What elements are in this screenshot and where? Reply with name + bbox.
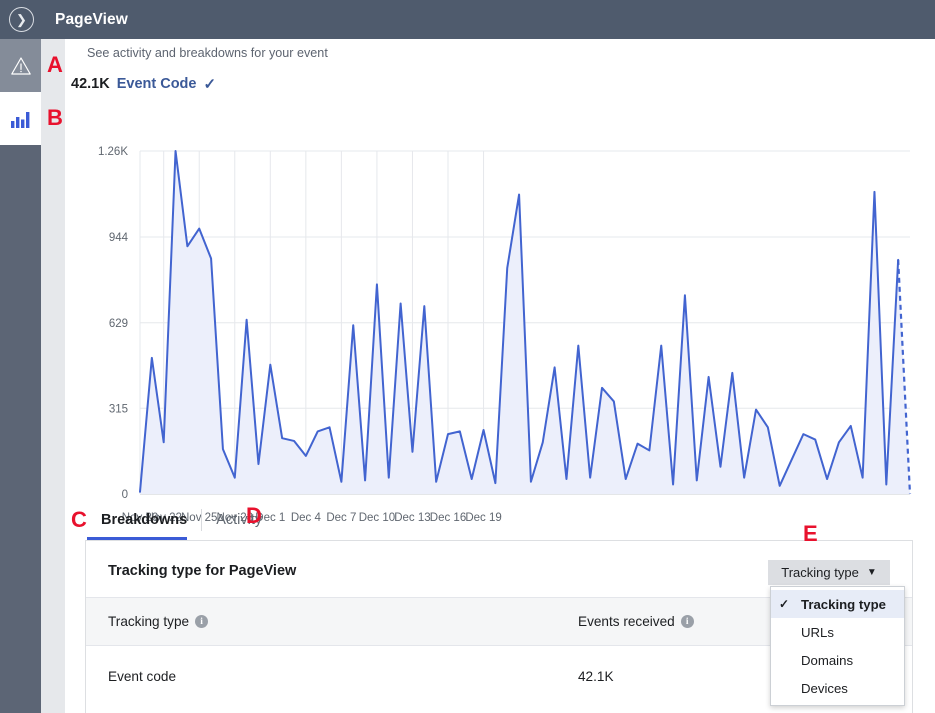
breakdown-type-dropdown-label: Tracking type [781, 565, 859, 580]
top-header-bar: ❯ PageView [0, 0, 935, 39]
annotation-letter-e: E [803, 521, 818, 547]
chart-xtick-label: Dec 4 [291, 512, 322, 524]
column-header-events-received-label: Events received [578, 614, 675, 629]
event-code-link[interactable]: Event Code [117, 76, 197, 92]
card-title: Tracking type for PageView [108, 563, 296, 579]
page-subtitle: See activity and breakdowns for your eve… [87, 46, 328, 60]
dropdown-option-label: Devices [801, 681, 848, 696]
chart-xtick-label: Dec 7 [326, 512, 356, 524]
metric-value: 42.1K [71, 76, 110, 92]
chart-ytick-label: 944 [109, 232, 129, 244]
dropdown-option-domains[interactable]: Domains [771, 646, 904, 674]
chart-xtick-label: Dec 13 [394, 512, 430, 524]
chart-ytick-label: 1.26K [98, 146, 128, 158]
check-icon: ✓ [203, 75, 216, 93]
tab-breakdowns-label: Breakdowns [101, 512, 187, 528]
page-root: ❯ PageView See activity and breakdowns f… [0, 0, 935, 713]
chart-xtick-label: Dec 16 [430, 512, 466, 524]
sidebar-item-diagnostics[interactable] [0, 39, 41, 92]
annotation-letter-a: A [47, 52, 63, 78]
activity-chart: 1.26K9446293150Nov 20Nov 22Nov 25Nov 28D… [65, 101, 935, 531]
page-title: PageView [55, 11, 128, 29]
warning-triangle-icon [10, 56, 32, 76]
check-icon: ✓ [779, 597, 801, 611]
tab-breakdowns[interactable]: Breakdowns [87, 502, 201, 538]
dropdown-option-label: URLs [801, 625, 834, 640]
breakdown-type-dropdown-menu: ✓Tracking type URLs Domains Devices [770, 586, 905, 706]
dropdown-option-devices[interactable]: Devices [771, 674, 904, 702]
chevron-right-circle-icon[interactable]: ❯ [9, 7, 34, 32]
dropdown-option-label: Tracking type [801, 597, 886, 612]
cell-tracking-type: Event code [108, 669, 578, 684]
annotation-letter-b: B [47, 105, 63, 131]
bar-chart-icon [10, 110, 32, 128]
chart-ytick-label: 0 [122, 489, 128, 501]
chart-xtick-label: Dec 19 [465, 512, 501, 524]
activity-line-chart[interactable]: 1.26K9446293150Nov 20Nov 22Nov 25Nov 28D… [65, 101, 935, 531]
annotation-letter-d: D [246, 503, 262, 529]
tab-activity[interactable]: Activity [202, 502, 276, 538]
caret-down-icon: ▼ [867, 567, 877, 578]
dropdown-option-label: Domains [801, 653, 853, 668]
dropdown-option-urls[interactable]: URLs [771, 618, 904, 646]
column-header-tracking-type: Tracking type i [108, 614, 578, 629]
info-icon[interactable]: i [681, 615, 694, 628]
dropdown-option-tracking-type[interactable]: ✓Tracking type [771, 590, 904, 618]
column-header-tracking-type-label: Tracking type [108, 614, 189, 629]
chart-ytick-label: 315 [109, 403, 128, 415]
metric-summary: 42.1K Event Code ✓ [71, 75, 216, 93]
chart-xtick-label: Dec 10 [359, 512, 395, 524]
annotation-letter-c: C [71, 507, 87, 533]
sidebar-item-analytics[interactable] [0, 92, 41, 145]
breakdown-type-dropdown-button[interactable]: Tracking type ▼ [768, 560, 890, 585]
info-icon[interactable]: i [195, 615, 208, 628]
sidebar-gutter [41, 39, 65, 713]
chart-ytick-label: 629 [109, 318, 128, 330]
left-sidebar [0, 39, 41, 713]
